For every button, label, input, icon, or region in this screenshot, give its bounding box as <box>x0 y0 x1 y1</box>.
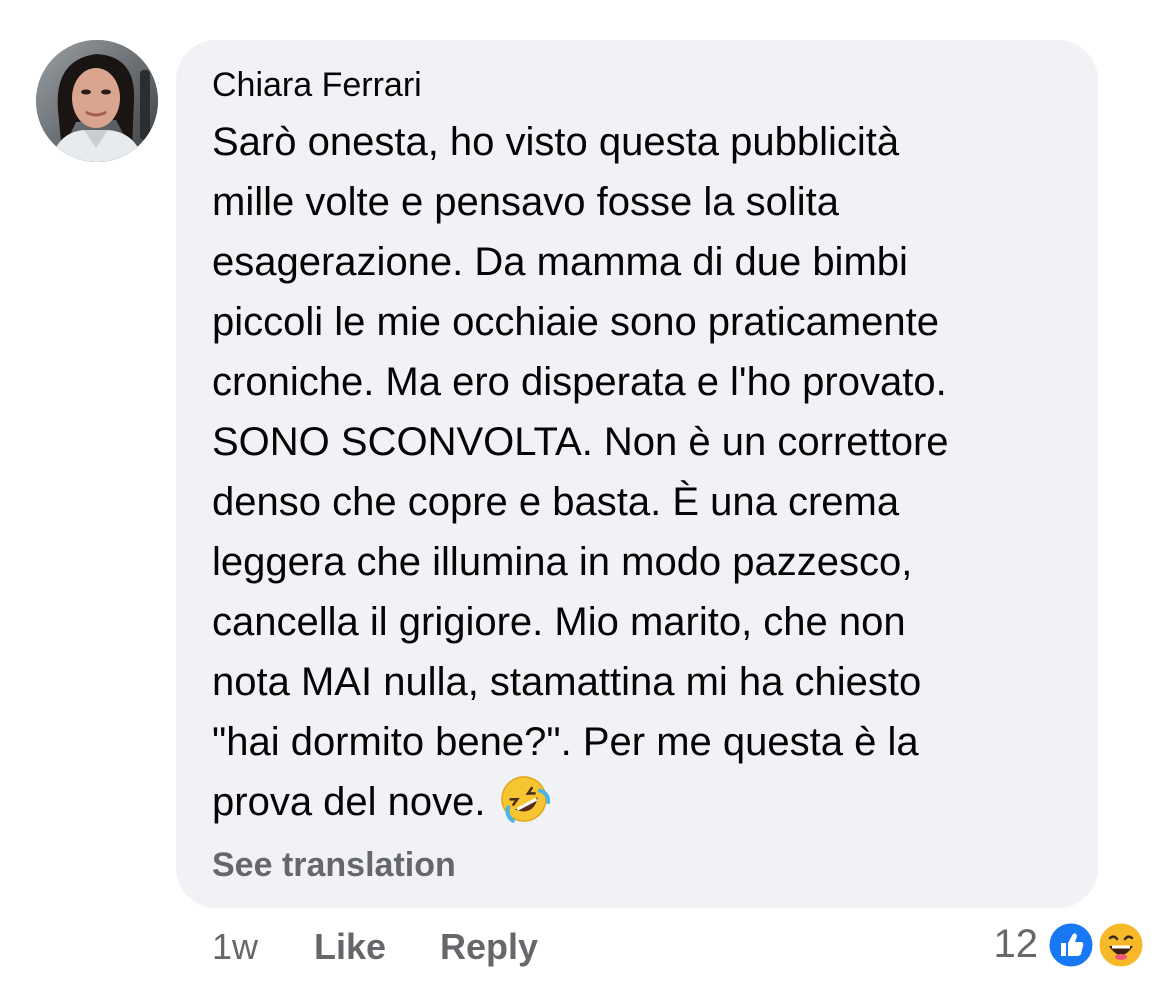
comment-body: Sarò onesta, ho visto questa pubblicità … <box>212 112 949 832</box>
comment-bubble: Chiara Ferrari Sarò onesta, ho visto que… <box>176 40 1098 908</box>
comment-line-last: prova del nove. <box>212 772 949 832</box>
rolling-on-floor-laughing-emoji-icon <box>498 773 550 842</box>
comment-line: piccoli le mie occhiaie sono praticament… <box>212 300 940 344</box>
comment-line: mille volte e pensavo fosse la solita <box>212 180 839 224</box>
comment-line: "hai dormito bene?". Per me questa è la <box>212 720 919 764</box>
reactions-summary[interactable]: 12 <box>968 920 1148 970</box>
like-button[interactable]: Like <box>314 925 386 969</box>
comment-line: denso che copre e basta. È una crema <box>212 480 900 524</box>
comment-timestamp[interactable]: 1w <box>212 925 258 969</box>
comment-line: SONO SCONVOLTA. Non è un correttore <box>212 420 949 464</box>
like-reaction-icon <box>1046 920 1096 970</box>
avatar[interactable] <box>36 40 158 162</box>
reply-button[interactable]: Reply <box>440 925 538 969</box>
comment-line-text: prova del nove. <box>212 780 486 824</box>
comment-line: croniche. Ma ero disperata e l'ho provat… <box>212 360 947 404</box>
comment-line: cancella il grigiore. Mio marito, che no… <box>212 600 906 644</box>
avatar-photo <box>36 40 158 162</box>
see-translation-link[interactable]: See translation <box>212 844 456 886</box>
comment-line: Sarò onesta, ho visto questa pubblicità <box>212 120 900 164</box>
comment-line: leggera che illumina in modo pazzesco, <box>212 540 913 584</box>
comment-line: esagerazione. Da mamma di due bimbi <box>212 240 908 284</box>
haha-reaction-icon <box>1096 920 1146 970</box>
reaction-count: 12 <box>993 922 1039 966</box>
comment-line: nota MAI nulla, stamattina mi ha chiesto <box>212 660 922 704</box>
comment-author[interactable]: Chiara Ferrari <box>212 64 422 106</box>
